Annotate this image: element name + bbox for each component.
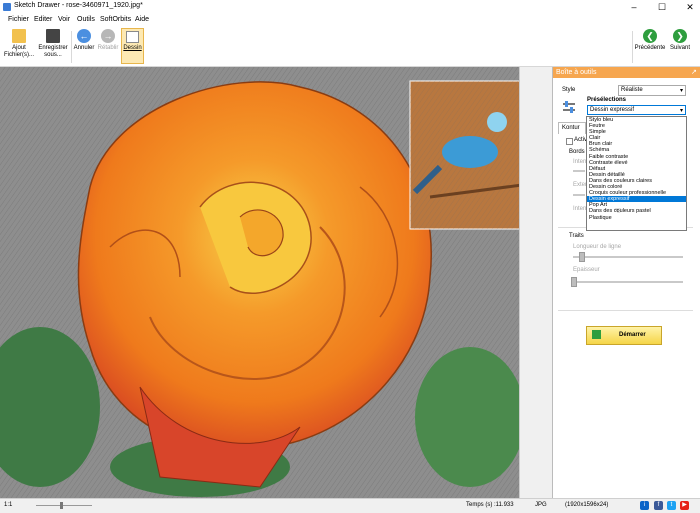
toolbar-separator (632, 31, 633, 63)
redo-arrow-icon: → (101, 29, 115, 43)
presets-select[interactable]: Dessin expressif ▾ (587, 105, 686, 115)
image-dimensions: (1920x1596x24) (565, 502, 609, 508)
close-button[interactable]: ✕ (676, 0, 700, 14)
chevron-down-icon: ▾ (679, 108, 683, 114)
line-length-slider[interactable] (573, 256, 683, 258)
thickness-slider[interactable] (573, 281, 683, 283)
active-checkbox[interactable] (566, 138, 573, 145)
vertical-scrollbar[interactable] (519, 67, 553, 498)
floppy-disk-icon (46, 29, 60, 43)
style-select[interactable]: Réaliste ▾ (618, 85, 686, 96)
arrow-left-icon: ❮ (643, 29, 657, 43)
start-button[interactable]: Démarrer (586, 326, 662, 345)
youtube-icon[interactable]: ▶ (680, 501, 689, 510)
add-files-button[interactable]: Ajout Fichier(s)... (3, 29, 35, 59)
menu-fichier[interactable]: Fichier (8, 16, 29, 23)
zoom-ratio[interactable]: 1:1 (4, 502, 12, 508)
intensity-slider[interactable] (573, 170, 585, 172)
play-icon (592, 330, 601, 339)
save-as-button[interactable]: Enregistrer sous... (36, 29, 70, 59)
tab-contour[interactable]: Kontur (558, 122, 586, 134)
app-icon (3, 3, 11, 11)
maximize-button[interactable]: ☐ (648, 0, 676, 14)
redo-button[interactable]: → Rétablir (96, 29, 120, 52)
next-button[interactable]: ❯ Suivant (666, 29, 694, 52)
mouse-cursor-icon: ☜ (614, 206, 622, 215)
arrow-right-icon: ❯ (673, 29, 687, 43)
zoom-slider[interactable] (36, 505, 92, 506)
strokes-label: Traits (569, 233, 584, 239)
facebook-icon[interactable]: f (654, 501, 663, 510)
twitter-icon[interactable]: t (667, 501, 676, 510)
zoom-slider-thumb[interactable] (60, 502, 63, 509)
line-length-label: Longueur de ligne (573, 244, 622, 250)
style-label: Style (562, 87, 576, 93)
divider (558, 310, 693, 311)
toolbar: Ajout Fichier(s)... Enregistrer sous... … (0, 27, 700, 67)
menu-outils[interactable]: Outils (77, 16, 95, 23)
pin-icon[interactable]: ↗ (691, 68, 697, 76)
processing-time: Temps (s) :11.933 (466, 502, 514, 508)
sliders-icon (562, 100, 576, 114)
menu-aide[interactable]: Aide (135, 16, 149, 23)
undo-arrow-icon: ← (77, 29, 91, 43)
menu-bar: Fichier Editer Voir Outils SoftOrbits Ai… (0, 14, 700, 27)
line-length-thumb[interactable] (579, 252, 585, 262)
presets-label: Présélections (587, 97, 627, 103)
menu-softorbits[interactable]: SoftOrbits (100, 16, 131, 23)
thickness-thumb[interactable] (571, 277, 577, 287)
edges-label: Bords (569, 149, 585, 155)
image-canvas[interactable] (0, 67, 519, 498)
undo-button[interactable]: ← Annuler (72, 29, 96, 52)
sketch-rose-image (0, 67, 519, 498)
image-format: JPG (535, 502, 547, 508)
drawing-button[interactable]: Dessin (121, 28, 144, 64)
thickness-label: Epaisseur (573, 267, 600, 273)
toolbox-header: Boîte à outils ↗ (553, 67, 700, 78)
presets-dropdown-list: Stylo bleu Feutre Simple Clair Brun clai… (586, 116, 687, 231)
menu-voir[interactable]: Voir (58, 16, 70, 23)
chevron-down-icon: ▾ (679, 88, 683, 94)
info-icon[interactable]: i (640, 501, 649, 510)
pencil-drawing-icon (126, 31, 139, 43)
window-title: Sketch Drawer - rose-3460971_1920.jpg* (14, 2, 143, 9)
preset-option[interactable]: Plastique (587, 215, 686, 221)
previous-button[interactable]: ❮ Précédente (634, 29, 666, 52)
folder-open-icon (12, 29, 26, 43)
toolbox-title: Boîte à outils (556, 69, 597, 76)
status-bar: 1:1 Temps (s) :11.933 JPG (1920x1596x24)… (0, 498, 700, 513)
menu-editer[interactable]: Editer (34, 16, 52, 23)
minimize-button[interactable]: – (620, 0, 648, 14)
title-bar: Sketch Drawer - rose-3460971_1920.jpg* –… (0, 0, 700, 15)
extension-slider[interactable] (573, 194, 585, 196)
